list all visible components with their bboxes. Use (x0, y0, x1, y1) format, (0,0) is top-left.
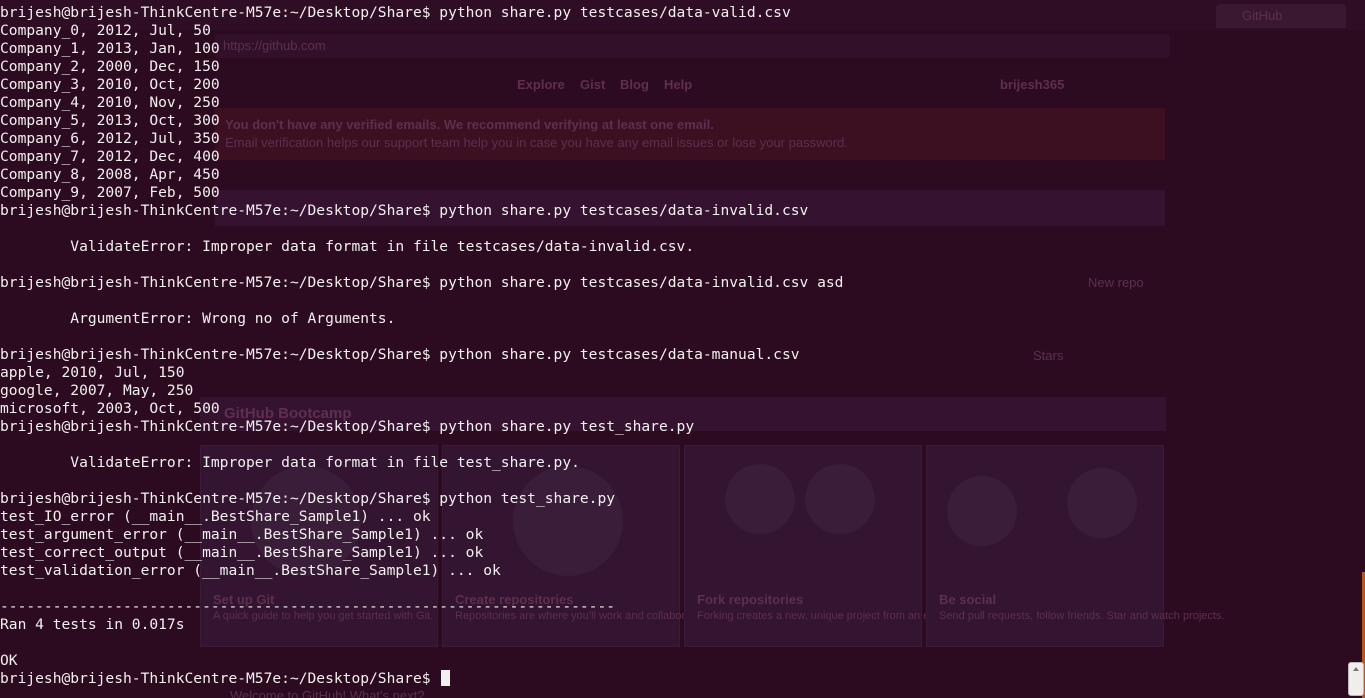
terminal-line: ValidateError: Improper data format in f… (0, 454, 580, 471)
octocat-illustration-4a (947, 476, 1017, 546)
terminal-line: OK (0, 652, 18, 669)
terminal-cursor (441, 670, 451, 686)
terminal-line: Company_2, 2000, Dec, 150 (0, 58, 220, 75)
terminal-line: apple, 2010, Jul, 150 (0, 364, 185, 381)
card-be-social: Be social Send pull requests, follow fri… (926, 445, 1225, 647)
terminal-line: brijesh@brijesh-ThinkCentre-M57e:~/Deskt… (0, 418, 695, 435)
terminal-line: brijesh@brijesh-ThinkCentre-M57e:~/Deskt… (0, 202, 809, 219)
terminal-line: brijesh@brijesh-ThinkCentre-M57e:~/Deskt… (0, 274, 844, 291)
card-text-4: Send pull requests, follow friends. Star… (939, 610, 1225, 622)
browser-tab: GitHub (1216, 4, 1346, 28)
browser-tab-title: GitHub (1242, 8, 1283, 23)
terminal-line: brijesh@brijesh-ThinkCentre-M57e:~/Deskt… (0, 346, 800, 363)
nav-username: brijesh365 (1000, 77, 1065, 92)
terminal-line: ArgumentError: Wrong no of Arguments. (0, 310, 396, 327)
terminal-line: ValidateError: Improper data format in f… (0, 238, 695, 255)
sidebar-new-repo: New repo (1088, 275, 1144, 290)
terminal-line: test_argument_error (__main__.BestShare_… (0, 526, 484, 543)
footer-welcome: Welcome to GitHub! What's next? (230, 688, 425, 698)
terminal-line: Company_6, 2012, Jul, 350 (0, 130, 220, 147)
terminal-line: Company_5, 2013, Oct, 300 (0, 112, 220, 129)
terminal-line: Ran 4 tests in 0.017s (0, 616, 185, 633)
terminal-line: Company_7, 2012, Dec, 400 (0, 148, 220, 165)
desktop-screen: GitHub https://github.com Explore Gist B… (0, 0, 1365, 698)
terminal-line: Company_3, 2010, Oct, 200 (0, 76, 220, 93)
terminal-line: test_validation_error (__main__.BestShar… (0, 562, 501, 579)
terminal-line: microsoft, 2003, Oct, 500 (0, 400, 220, 417)
octocat-illustration-4b (1067, 468, 1137, 538)
terminal-line: brijesh@brijesh-ThinkCentre-M57e:~/Deskt… (0, 4, 791, 21)
terminal-line: brijesh@brijesh-ThinkCentre-M57e:~/Deskt… (0, 490, 616, 507)
terminal-line: ----------------------------------------… (0, 598, 616, 615)
terminal-prompt-line[interactable]: brijesh@brijesh-ThinkCentre-M57e:~/Deskt… (0, 670, 843, 688)
terminal-line: Company_1, 2013, Jan, 100 (0, 40, 220, 57)
terminal-line: Company_4, 2010, Nov, 250 (0, 94, 220, 111)
terminal-line: test_correct_output (__main__.BestShare_… (0, 544, 484, 561)
card-title-4: Be social (939, 592, 997, 607)
terminal-line: test_IO_error (__main__.BestShare_Sample… (0, 508, 431, 525)
scrollbar-thumb[interactable] (1348, 662, 1364, 696)
terminal-line: Company_0, 2012, Jul, 50 (0, 22, 211, 39)
terminal-output[interactable]: brijesh@brijesh-ThinkCentre-M57e:~/Deskt… (0, 4, 843, 688)
terminal-prompt: brijesh@brijesh-ThinkCentre-M57e:~/Deskt… (0, 670, 440, 687)
terminal-scrollbar[interactable] (1348, 0, 1365, 698)
terminal-line: Company_9, 2007, Feb, 500 (0, 184, 220, 201)
sidebar-stars: Stars (1033, 348, 1064, 363)
terminal-line: Company_8, 2008, Apr, 450 (0, 166, 220, 183)
terminal-line: google, 2007, May, 250 (0, 382, 194, 399)
